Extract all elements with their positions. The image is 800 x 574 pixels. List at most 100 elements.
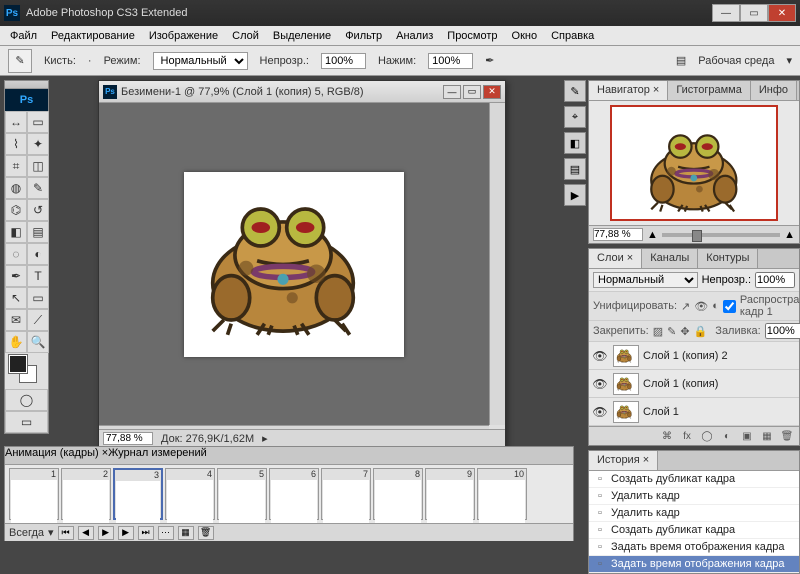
- animation-frame[interactable]: 70 сек. ▾: [321, 468, 371, 520]
- loop-select[interactable]: Всегда: [9, 527, 44, 539]
- fill-input[interactable]: [765, 323, 800, 339]
- layercomps-icon[interactable]: ▤: [564, 158, 586, 180]
- menu-filter[interactable]: Фильтр: [339, 28, 388, 44]
- actions-icon[interactable]: ▶: [564, 184, 586, 206]
- zoom-in-icon[interactable]: ▲: [784, 229, 795, 241]
- history-item[interactable]: ▫Задать время отображения кадра: [589, 539, 799, 556]
- doc-titlebar[interactable]: Ps Безимени-1 @ 77,9% (Слой 1 (копия) 5,…: [99, 81, 505, 103]
- opacity-input[interactable]: [321, 53, 366, 69]
- nav-zoom-slider[interactable]: [662, 233, 780, 237]
- menu-window[interactable]: Окно: [506, 28, 544, 44]
- visibility-icon[interactable]: 👁: [591, 375, 609, 393]
- animation-frame[interactable]: 80 сек. ▾: [373, 468, 423, 520]
- go-bridge-icon[interactable]: ▤: [676, 54, 686, 67]
- minimize-button[interactable]: —: [712, 4, 740, 22]
- menu-image[interactable]: Изображение: [143, 28, 224, 44]
- animation-frame[interactable]: 90 сек. ▾: [425, 468, 475, 520]
- lock-paint-icon[interactable]: ✎: [667, 325, 676, 338]
- brush-preset[interactable]: ·: [88, 55, 92, 67]
- move-tool[interactable]: ↔: [5, 111, 27, 133]
- tab-histogram[interactable]: Гистограмма: [668, 81, 751, 100]
- unify-vis-icon[interactable]: 👁: [694, 300, 708, 313]
- animation-frame[interactable]: 20 сек. ▾: [61, 468, 111, 520]
- layer-row[interactable]: 👁Слой 1: [589, 398, 799, 426]
- brush-tool[interactable]: ✎: [27, 177, 49, 199]
- history-item[interactable]: ▫Удалить кадр: [589, 505, 799, 522]
- animation-frame[interactable]: 50 сек. ▾: [217, 468, 267, 520]
- history-item[interactable]: ▫Создать дубликат кадра: [589, 471, 799, 488]
- blur-tool[interactable]: ◌: [5, 243, 27, 265]
- new-frame-button[interactable]: ▦: [178, 526, 194, 540]
- quickmask-icon[interactable]: ◯: [5, 389, 48, 411]
- doc-minimize[interactable]: —: [443, 85, 461, 99]
- lock-move-icon[interactable]: ✥: [680, 325, 689, 338]
- layer-thumb[interactable]: [613, 345, 639, 367]
- lock-trans-icon[interactable]: ▨: [653, 325, 663, 338]
- unify-pos-icon[interactable]: ↗: [681, 300, 690, 313]
- brush-tool-icon[interactable]: ✎: [8, 49, 32, 73]
- menu-select[interactable]: Выделение: [267, 28, 337, 44]
- link-icon[interactable]: ⌘: [659, 429, 675, 443]
- menu-layer[interactable]: Слой: [226, 28, 265, 44]
- visibility-icon[interactable]: 👁: [591, 347, 609, 365]
- tab-channels[interactable]: Каналы: [642, 249, 698, 268]
- shape-tool[interactable]: ▭: [27, 287, 49, 309]
- animation-frame[interactable]: 60 сек. ▾: [269, 468, 319, 520]
- play-button[interactable]: ▶: [98, 526, 114, 540]
- toolbox-grip[interactable]: [5, 81, 48, 89]
- history-brush-tool[interactable]: ↺: [27, 199, 49, 221]
- canvas-area[interactable]: [99, 103, 489, 425]
- animation-frame[interactable]: 30 сек. ▾: [113, 468, 163, 520]
- menu-analysis[interactable]: Анализ: [390, 28, 439, 44]
- navigator-thumbnail[interactable]: [610, 105, 778, 221]
- folder-icon[interactable]: ▣: [739, 429, 755, 443]
- next-frame-button[interactable]: ▶: [118, 526, 134, 540]
- delete-frame-button[interactable]: 🗑: [198, 526, 214, 540]
- zoom-input[interactable]: [103, 432, 153, 445]
- history-item[interactable]: ▫Удалить кадр: [589, 488, 799, 505]
- first-frame-button[interactable]: ⏮: [58, 526, 74, 540]
- tab-paths[interactable]: Контуры: [698, 249, 758, 268]
- layer-row[interactable]: 👁Слой 1 (копия): [589, 370, 799, 398]
- tween-button[interactable]: ⋯: [158, 526, 174, 540]
- eyedrop-tool[interactable]: ⟋: [27, 309, 49, 331]
- doc-close[interactable]: ✕: [483, 85, 501, 99]
- toolpresets-icon[interactable]: ◧: [564, 132, 586, 154]
- prev-frame-button[interactable]: ◀: [78, 526, 94, 540]
- dodge-tool[interactable]: ◐: [27, 243, 49, 265]
- propagate-checkbox[interactable]: [723, 300, 736, 313]
- vertical-scrollbar[interactable]: [489, 103, 505, 425]
- new-layer-icon[interactable]: ▦: [759, 429, 775, 443]
- layer-blend-select[interactable]: Нормальный: [593, 272, 698, 288]
- tab-measurements[interactable]: Журнал измерений: [108, 447, 207, 464]
- animation-frame[interactable]: 100 сек. ▾: [477, 468, 527, 520]
- path-tool[interactable]: ↖: [5, 287, 27, 309]
- flow-input[interactable]: [428, 53, 473, 69]
- clone-panel-icon[interactable]: ⌖: [564, 106, 586, 128]
- gradient-tool[interactable]: ▤: [27, 221, 49, 243]
- animation-frame[interactable]: 40 сек. ▾: [165, 468, 215, 520]
- brushes-panel-icon[interactable]: ✎: [564, 80, 586, 102]
- adj-icon[interactable]: ◐: [719, 429, 735, 443]
- workspace-label[interactable]: Рабочая среда: [698, 55, 774, 67]
- nav-zoom-input[interactable]: [593, 228, 643, 241]
- blend-mode-select[interactable]: Нормальный: [153, 52, 248, 70]
- stamp-tool[interactable]: ⌬: [5, 199, 27, 221]
- unify-style-icon[interactable]: ◐: [712, 300, 719, 312]
- menu-edit[interactable]: Редактирование: [45, 28, 141, 44]
- close-button[interactable]: ✕: [768, 4, 796, 22]
- tab-layers[interactable]: Слои ×: [589, 249, 642, 268]
- history-item[interactable]: ▫Задать время отображения кадра: [589, 556, 799, 573]
- fx-icon[interactable]: fx: [679, 429, 695, 443]
- mask-icon[interactable]: ◯: [699, 429, 715, 443]
- doc-maximize[interactable]: ▭: [463, 85, 481, 99]
- hand-tool[interactable]: ✋: [5, 331, 27, 353]
- layer-opacity-input[interactable]: [755, 272, 795, 288]
- animation-frame[interactable]: 10 сек. ▾: [9, 468, 59, 520]
- tab-animation[interactable]: Анимация (кадры) ×: [5, 447, 108, 464]
- delete-icon[interactable]: 🗑: [779, 429, 795, 443]
- foreground-color[interactable]: [9, 355, 27, 373]
- airbrush-icon[interactable]: ✒: [485, 54, 494, 67]
- lock-all-icon[interactable]: 🔒: [694, 325, 708, 338]
- notes-tool[interactable]: ✉: [5, 309, 27, 331]
